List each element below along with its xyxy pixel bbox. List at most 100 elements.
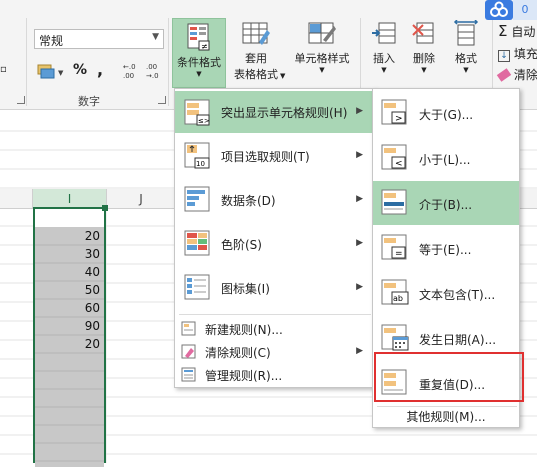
conditional-format-button[interactable]: ≠ 条件格式 ▼ bbox=[172, 18, 226, 88]
menu-item-icon-sets[interactable]: 图标集(I) ▶ bbox=[175, 267, 375, 309]
chevron-down-icon: ▼ bbox=[463, 66, 469, 74]
between-icon bbox=[381, 189, 407, 215]
menu-label: 项目选取规则(T) bbox=[221, 150, 310, 164]
menu-separator bbox=[179, 314, 371, 315]
decrease-decimal-icon: .00 →.0 bbox=[146, 63, 159, 80]
submenu-label: 大于(G)... bbox=[419, 108, 474, 122]
submenu-label: 发生日期(A)... bbox=[419, 333, 497, 347]
number-group-label: 数字 bbox=[78, 95, 100, 108]
submenu-item-greater-than[interactable]: > 大于(G)... bbox=[373, 91, 519, 135]
cell-I-value[interactable]: 30 bbox=[35, 245, 104, 263]
eraser-icon bbox=[496, 68, 512, 82]
submenu-label: 文本包含(T)... bbox=[419, 288, 496, 302]
icon-sets-icon bbox=[184, 274, 210, 300]
submenu-item-more-rules[interactable]: 其他规则(M)... bbox=[373, 407, 519, 427]
data-bars-icon bbox=[184, 186, 210, 212]
chevron-down-icon: ▼ bbox=[196, 70, 202, 78]
cell-I-value[interactable]: 20 bbox=[35, 335, 104, 353]
table-format-label-1: 套用 bbox=[245, 52, 267, 65]
clear-rules-icon bbox=[181, 344, 196, 359]
clear-button[interactable]: 清除 bbox=[496, 66, 537, 83]
svg-text:<: < bbox=[395, 159, 403, 169]
cell-I-value[interactable]: 50 bbox=[35, 281, 104, 299]
submenu-arrow-icon: ▶ bbox=[356, 150, 363, 160]
conditional-format-menu: ≤> 突出显示单元格规则(H) ▶ 10 项目选取规则(T) ▶ 数据条(D) … bbox=[174, 88, 376, 388]
currency-format-button[interactable]: ▼ bbox=[36, 62, 66, 80]
svg-text:▼: ▼ bbox=[58, 69, 64, 77]
submenu-label: 介于(B)... bbox=[419, 198, 473, 212]
format-icon bbox=[453, 19, 479, 48]
percent-button[interactable]: % bbox=[73, 62, 87, 78]
column-header-I[interactable]: I bbox=[33, 189, 106, 209]
cell-styles-button[interactable]: 单元格样式 ▼ bbox=[290, 20, 354, 86]
chevron-down-icon: ▼ bbox=[421, 66, 427, 74]
menu-item-highlight-rules[interactable]: ≤> 突出显示单元格规则(H) ▶ bbox=[175, 91, 375, 133]
alignment-dialog-launcher[interactable] bbox=[17, 96, 25, 104]
increase-decimal-button[interactable]: ←.0 .00 bbox=[122, 60, 142, 80]
menu-item-top-bottom-rules[interactable]: 10 项目选取规则(T) ▶ bbox=[175, 135, 375, 177]
autosum-button[interactable]: Σ 自动 bbox=[498, 22, 535, 40]
greater-than-icon: > bbox=[381, 99, 407, 125]
submenu-arrow-icon: ▶ bbox=[356, 282, 363, 292]
number-dialog-launcher[interactable] bbox=[158, 96, 166, 104]
cell-styles-icon bbox=[307, 20, 337, 48]
annotation-highlight-box bbox=[374, 352, 524, 402]
autosum-label: 自动 bbox=[511, 25, 536, 39]
column-header-J[interactable]: J bbox=[106, 189, 176, 209]
table-format-label-2: 表格格式 bbox=[234, 68, 278, 81]
svg-text:→.0: →.0 bbox=[146, 72, 159, 80]
cell-I-value[interactable]: 60 bbox=[35, 299, 104, 317]
insert-icon bbox=[371, 20, 397, 48]
insert-cells-button[interactable]: 插入 ▼ bbox=[366, 20, 402, 86]
menu-label: 新建规则(N)... bbox=[205, 323, 283, 337]
color-scales-icon bbox=[184, 230, 210, 256]
date-occurring-icon bbox=[381, 324, 409, 351]
clipped-left-control[interactable]: ▫ bbox=[0, 64, 14, 75]
number-format-select[interactable]: 常规 ▼ bbox=[34, 29, 164, 49]
menu-label: 数据条(D) bbox=[221, 194, 276, 208]
delete-cells-button[interactable]: 删除 ▼ bbox=[406, 20, 442, 86]
cell-I-value[interactable]: 90 bbox=[35, 317, 104, 335]
increase-decimal-icon: ←.0 .00 bbox=[123, 63, 136, 80]
cloud-badge[interactable]: 0 bbox=[485, 0, 537, 20]
chevron-down-icon: ▼ bbox=[381, 66, 387, 74]
equal-to-icon: = bbox=[381, 234, 407, 260]
cell-I-value[interactable]: 40 bbox=[35, 263, 104, 281]
delete-label: 删除 bbox=[413, 52, 435, 65]
submenu-item-equal-to[interactable]: = 等于(E)... bbox=[373, 226, 519, 270]
manage-rules-icon bbox=[181, 367, 196, 382]
svg-text:≠: ≠ bbox=[201, 42, 208, 51]
submenu-item-less-than[interactable]: < 小于(L)... bbox=[373, 136, 519, 180]
format-as-table-button[interactable]: 套用 表格格式 bbox=[228, 20, 284, 86]
submenu-item-between[interactable]: 介于(B)... bbox=[373, 181, 519, 225]
format-cells-button[interactable]: 格式 ▼ bbox=[448, 19, 484, 86]
currency-icon: ▼ bbox=[37, 64, 64, 79]
chevron-down-icon: ▼ bbox=[152, 32, 159, 42]
submenu-arrow-icon: ▶ bbox=[356, 194, 363, 204]
conditional-format-label: 条件格式 bbox=[177, 56, 221, 69]
cell-I-value[interactable]: 20 bbox=[35, 227, 104, 245]
submenu-label: 小于(L)... bbox=[419, 153, 471, 167]
menu-label: 图标集(I) bbox=[221, 282, 270, 296]
column-divider bbox=[32, 189, 33, 209]
menu-label: 清除规则(C) bbox=[205, 346, 271, 360]
menu-label: 管理规则(R)... bbox=[205, 369, 283, 383]
comma-style-button[interactable]: , bbox=[97, 60, 103, 79]
decrease-decimal-button[interactable]: .00 →.0 bbox=[145, 60, 165, 80]
menu-item-color-scales[interactable]: 色阶(S) ▶ bbox=[175, 223, 375, 265]
menu-item-clear-rules[interactable]: 清除规则(C) ▶ bbox=[175, 340, 375, 362]
format-label: 格式 bbox=[455, 52, 477, 65]
svg-text:.00: .00 bbox=[146, 63, 157, 71]
menu-item-data-bars[interactable]: 数据条(D) ▶ bbox=[175, 179, 375, 221]
menu-label: 突出显示单元格规则(H) bbox=[221, 106, 348, 120]
cloud-icon bbox=[485, 0, 513, 20]
svg-text:ab: ab bbox=[393, 294, 403, 303]
submenu-item-text-contains[interactable]: ab 文本包含(T)... bbox=[373, 271, 519, 315]
delete-icon bbox=[411, 20, 437, 48]
menu-item-new-rule[interactable]: 新建规则(N)... bbox=[175, 317, 375, 339]
selection-fill-handle[interactable] bbox=[102, 205, 108, 211]
number-format-value: 常规 bbox=[39, 34, 64, 48]
menu-item-manage-rules[interactable]: 管理规则(R)... bbox=[175, 363, 375, 385]
chevron-down-icon: ▼ bbox=[319, 66, 325, 74]
fill-button[interactable]: ↓ 填充 bbox=[498, 45, 537, 62]
